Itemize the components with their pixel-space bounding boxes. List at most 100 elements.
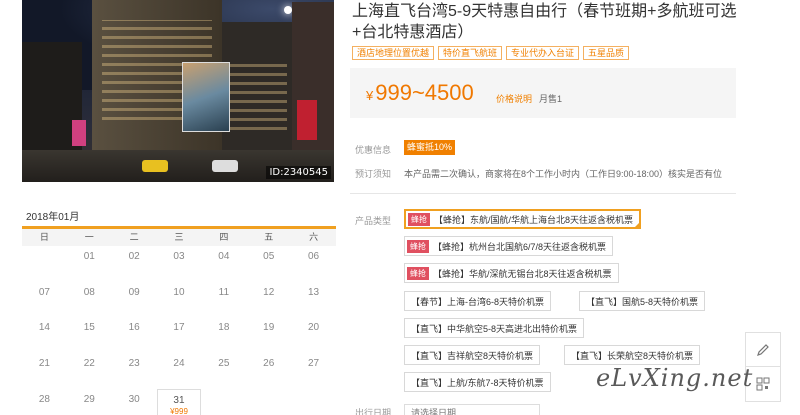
product-option-2[interactable]: 蜂抢 【蜂抢】华航/深航无锡台北8天往返含税机票: [404, 263, 619, 283]
feature-tag: 酒店地理位置优越: [352, 46, 435, 60]
product-option-4[interactable]: 【直飞】国航5-8天特价机票: [579, 291, 706, 311]
calendar-day[interactable]: 31 ¥999: [156, 388, 202, 415]
site-watermark: eLvXing.net: [596, 364, 754, 392]
calendar-day: 18: [201, 317, 246, 353]
calendar-day: 19: [246, 317, 291, 353]
day-number: 19: [263, 322, 275, 334]
day-number: 15: [83, 322, 95, 334]
product-option-5[interactable]: 【直飞】中华航空5-8天高进北出特价机票: [404, 318, 585, 338]
calendar-grid: 01 02 03 04 05 06 07 08 09 10 11 12 13 14 15 16 17 18 19 20…: [22, 246, 336, 415]
day-number: 27: [308, 358, 320, 370]
day-number: 28: [38, 393, 50, 405]
calendar-day: 26: [246, 353, 291, 389]
day-number: 26: [263, 358, 275, 370]
calendar-month: 2018年01月: [26, 212, 80, 223]
price-explanation-link[interactable]: 价格说明: [496, 92, 532, 105]
flash-sale-badge: 蜂抢: [407, 266, 429, 280]
weekday-label: 日: [39, 232, 49, 242]
calendar-day: 28: [22, 389, 67, 415]
product-option-7[interactable]: 【直飞】长荣航空8天特价机票: [564, 345, 701, 365]
calendar-weekdays: 日 一 二 三 四 五 六: [22, 229, 336, 246]
product-option-label: 【直飞】国航5-8天特价机票: [586, 296, 699, 307]
day-number: 06: [308, 251, 320, 262]
weekday-label: 三: [174, 232, 184, 242]
day-number: 24: [173, 358, 185, 370]
product-option-label: 【春节】上海-台湾6-8天特价机票: [411, 296, 545, 307]
day-number: 25: [218, 358, 230, 370]
day-number: 29: [83, 393, 95, 405]
feature-tag: 五星品质: [583, 46, 630, 60]
calendar-day: 24: [157, 353, 202, 389]
product-option-6[interactable]: 【直飞】吉祥航空8天特价机票: [404, 345, 541, 365]
feature-tags: 酒店地理位置优越 特价直飞航班 专业代办入台证 五星品质: [352, 46, 630, 60]
calendar-day: 02: [112, 246, 157, 282]
day-number: 20: [308, 322, 320, 334]
calendar-day: 05: [246, 246, 291, 282]
weekday-label: 六: [309, 232, 319, 242]
calendar-day: 12: [246, 282, 291, 318]
product-option-label: 【蜂抢】华航/深航无锡台北8天往返含税机票: [433, 268, 612, 279]
calendar-day: 10: [157, 282, 202, 318]
divider: [350, 193, 736, 194]
calendar-day: 06: [291, 246, 336, 282]
day-number: 05: [263, 251, 275, 262]
day-number: 01: [83, 251, 95, 262]
calendar-day: 11: [201, 282, 246, 318]
weekday-label: 一: [84, 232, 94, 242]
day-number: 13: [308, 286, 320, 298]
product-option-8[interactable]: 【直飞】上航/东航7-8天特价机票: [404, 372, 551, 392]
flash-sale-badge: 蜂抢: [407, 239, 429, 253]
product-title: 上海直飞台湾5-9天特惠自由行（春节班期+多航班可选+台北特惠酒店）: [352, 3, 737, 41]
feature-tag: 专业代办入台证: [506, 46, 580, 60]
day-price: ¥999: [170, 406, 188, 415]
day-number: 09: [128, 286, 140, 298]
notice-label: 预订须知: [355, 169, 392, 179]
product-option-3[interactable]: 【春节】上海-台湾6-8天特价机票: [404, 291, 552, 311]
day-number: 04: [218, 251, 230, 262]
product-type-label: 产品类型: [355, 216, 392, 226]
product-option-0[interactable]: 蜂抢 【蜂抢】东航/国航/华航上海台北8天往返含税机票: [404, 209, 642, 229]
calendar-day: 17: [157, 317, 202, 353]
day-number: 30: [128, 393, 140, 405]
day-number: 22: [83, 358, 95, 370]
calendar-day: 23: [112, 353, 157, 389]
calendar-day: 27: [291, 353, 336, 389]
pencil-icon: [757, 344, 769, 356]
feature-tag: 特价直飞航班: [438, 46, 503, 60]
discount-label: 优惠信息: [355, 145, 392, 155]
calendar-empty-cell: [22, 246, 67, 282]
calendar-day: 04: [201, 246, 246, 282]
travel-date-select[interactable]: 请选择日期: [404, 404, 540, 415]
calendar-day: 20: [291, 317, 336, 353]
product-option-label: 【蜂抢】杭州台北国航6/7/8天往返含税机票: [433, 241, 607, 252]
currency-symbol: ¥: [366, 88, 374, 103]
price-range: ¥999~4500: [366, 80, 474, 106]
price-box: ¥999~4500 价格说明 月售1: [350, 68, 736, 118]
calendar-empty-cell: [246, 389, 291, 415]
calendar-day: 09: [112, 282, 157, 318]
calendar-day: 25: [201, 353, 246, 389]
calendar-day: 13: [291, 282, 336, 318]
day-number: 08: [83, 286, 95, 298]
flash-sale-badge: 蜂抢: [408, 212, 430, 226]
day-number: 21: [38, 358, 50, 370]
day-number: 17: [173, 322, 185, 334]
calendar-day: 14: [22, 317, 67, 353]
product-photo[interactable]: ID:2340545: [22, 0, 334, 182]
day-number: 14: [38, 322, 50, 334]
day-number: 07: [38, 286, 50, 298]
calendar-empty-cell: [201, 389, 246, 415]
calendar-empty-cell: [291, 389, 336, 415]
travel-date-label: 出行日期: [355, 408, 392, 415]
day-number: 18: [218, 322, 230, 334]
day-number: 12: [263, 286, 275, 298]
discount-badge: 蜂蜜抵10%: [404, 140, 456, 155]
day-number: 31: [173, 394, 185, 406]
edit-button[interactable]: [745, 332, 781, 368]
selected-corner-icon: [634, 222, 641, 228]
day-number: 02: [128, 251, 140, 262]
product-option-1[interactable]: 蜂抢 【蜂抢】杭州台北国航6/7/8天往返含税机票: [404, 236, 614, 256]
calendar-day: 01: [67, 246, 112, 282]
calendar-day: 03: [157, 246, 202, 282]
photo-id: ID:2340545: [266, 166, 331, 179]
